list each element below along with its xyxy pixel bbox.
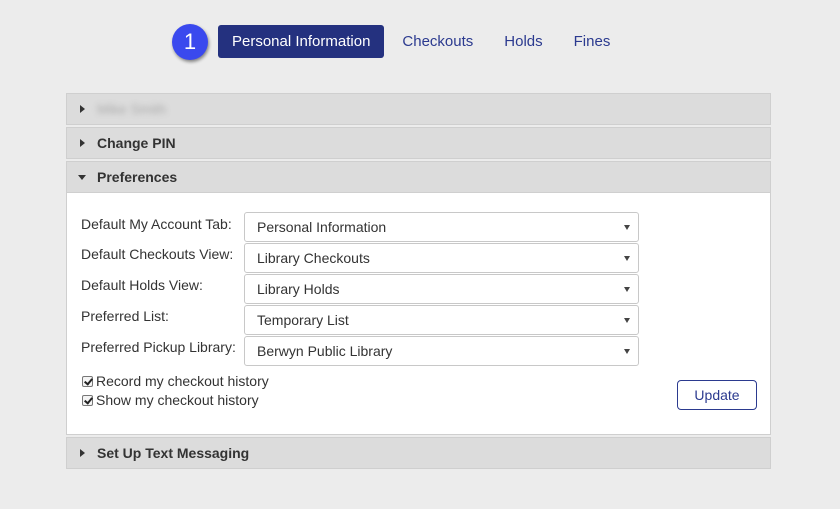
- record-history-row: Record my checkout history: [82, 373, 269, 389]
- caret-right-icon: [80, 139, 85, 147]
- tab-checkouts[interactable]: Checkouts: [387, 25, 488, 58]
- field-label: Preferred List:: [81, 308, 169, 324]
- select-value: Berwyn Public Library: [257, 343, 393, 359]
- chevron-down-icon: [624, 287, 630, 292]
- tab-holds[interactable]: Holds: [488, 25, 558, 58]
- preferences-body: Default My Account Tab: Personal Informa…: [66, 193, 771, 435]
- panel-title: Change PIN: [97, 135, 176, 151]
- panel-account-name[interactable]: Mike Smith: [66, 93, 771, 125]
- chevron-down-icon: [624, 349, 630, 354]
- panel-title: Mike Smith: [97, 101, 167, 117]
- select-value: Temporary List: [257, 312, 349, 328]
- panel-title: Set Up Text Messaging: [97, 445, 250, 461]
- record-history-checkbox[interactable]: [82, 375, 93, 387]
- default-checkouts-view-select[interactable]: Library Checkouts: [244, 243, 639, 273]
- checkbox-label: Show my checkout history: [96, 392, 259, 408]
- step-badge-1: 1: [172, 24, 208, 60]
- checkbox-label: Record my checkout history: [96, 373, 269, 389]
- preferred-pickup-library-select[interactable]: Berwyn Public Library: [244, 336, 639, 366]
- show-history-row: Show my checkout history: [82, 392, 259, 408]
- update-button[interactable]: Update: [677, 380, 757, 410]
- default-account-tab-select[interactable]: Personal Information: [244, 212, 639, 242]
- chevron-down-icon: [624, 256, 630, 261]
- caret-down-icon: [78, 175, 86, 180]
- account-tabs: Personal Information Checkouts Holds Fin…: [218, 25, 625, 58]
- panel-preferences[interactable]: Preferences: [66, 161, 771, 193]
- show-history-checkbox[interactable]: [82, 394, 93, 406]
- field-label: Preferred Pickup Library:: [81, 339, 236, 355]
- select-value: Personal Information: [257, 219, 387, 235]
- field-label: Default Holds View:: [81, 277, 203, 293]
- panel-text-messaging[interactable]: Set Up Text Messaging: [66, 437, 771, 469]
- field-label: Default My Account Tab:: [81, 216, 232, 232]
- select-value: Library Holds: [257, 281, 340, 297]
- tab-fines[interactable]: Fines: [559, 25, 626, 58]
- tab-personal-information[interactable]: Personal Information: [218, 25, 385, 58]
- panel-change-pin[interactable]: Change PIN: [66, 127, 771, 159]
- field-label: Default Checkouts View:: [81, 246, 234, 262]
- preferred-list-select[interactable]: Temporary List: [244, 305, 639, 335]
- default-holds-view-select[interactable]: Library Holds: [244, 274, 639, 304]
- caret-right-icon: [80, 449, 85, 457]
- caret-right-icon: [80, 105, 85, 113]
- chevron-down-icon: [624, 225, 630, 230]
- select-value: Library Checkouts: [257, 250, 370, 266]
- chevron-down-icon: [624, 318, 630, 323]
- panel-title: Preferences: [97, 169, 178, 185]
